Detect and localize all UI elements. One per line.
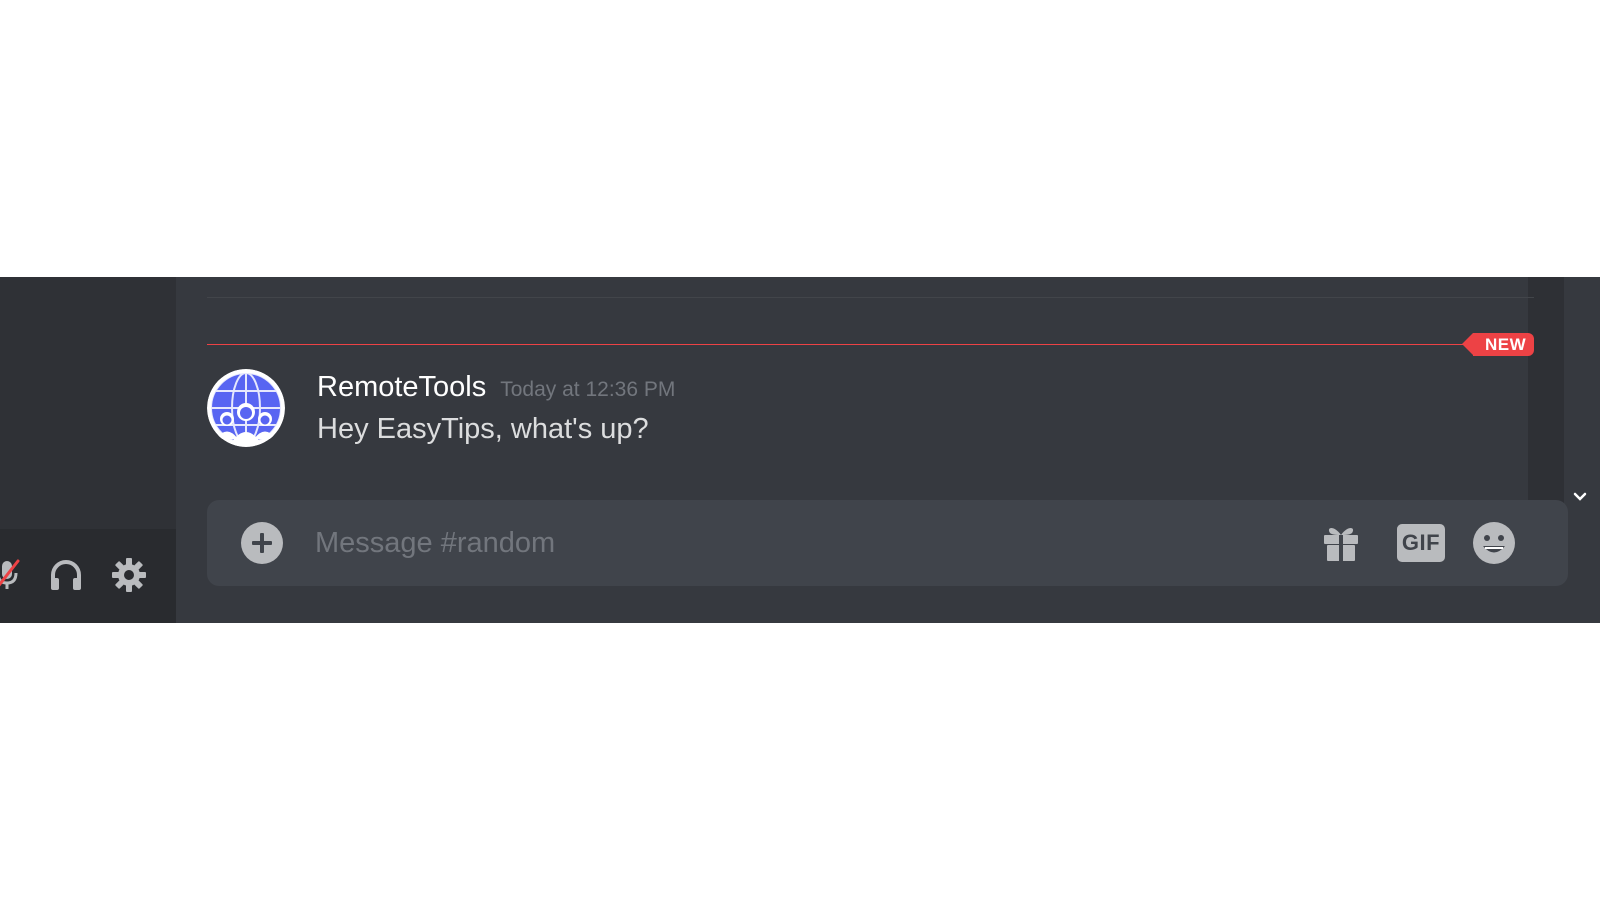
message-header: RemoteTools Today at 12:36 PM xyxy=(317,371,675,404)
scrollbar-track[interactable] xyxy=(1528,277,1564,513)
smiley-face-icon xyxy=(1473,522,1515,564)
channel-sidebar xyxy=(0,277,176,623)
message-author[interactable]: RemoteTools xyxy=(317,371,486,403)
new-messages-badge: NEW xyxy=(1461,333,1535,356)
microphone-muted-icon[interactable] xyxy=(0,555,28,595)
message-composer: GIF xyxy=(207,500,1568,586)
message-divider xyxy=(207,297,1534,298)
gift-icon xyxy=(1324,528,1358,561)
group-globe-avatar-icon xyxy=(207,369,285,447)
emoji-button[interactable] xyxy=(1471,520,1517,566)
headphones-icon[interactable] xyxy=(46,555,86,595)
new-messages-divider xyxy=(207,344,1467,345)
gear-icon[interactable] xyxy=(109,555,149,595)
message-timestamp: Today at 12:36 PM xyxy=(500,378,676,401)
message-input[interactable] xyxy=(315,518,1295,568)
gif-picker-button[interactable]: GIF xyxy=(1395,520,1447,566)
add-attachment-button[interactable] xyxy=(241,522,283,564)
user-panel xyxy=(0,529,176,623)
chat-area: NEW RemoteTools Today at 12:36 PM Hey Ea… xyxy=(176,277,1568,623)
gif-label: GIF xyxy=(1397,524,1445,562)
plus-icon xyxy=(252,533,272,553)
gift-button[interactable] xyxy=(1318,520,1364,566)
avatar[interactable] xyxy=(207,369,285,447)
message-content: Hey EasyTips, what's up? xyxy=(317,413,649,445)
chevron-down-icon[interactable] xyxy=(1568,485,1592,509)
discord-window: NEW RemoteTools Today at 12:36 PM Hey Ea… xyxy=(0,277,1600,623)
